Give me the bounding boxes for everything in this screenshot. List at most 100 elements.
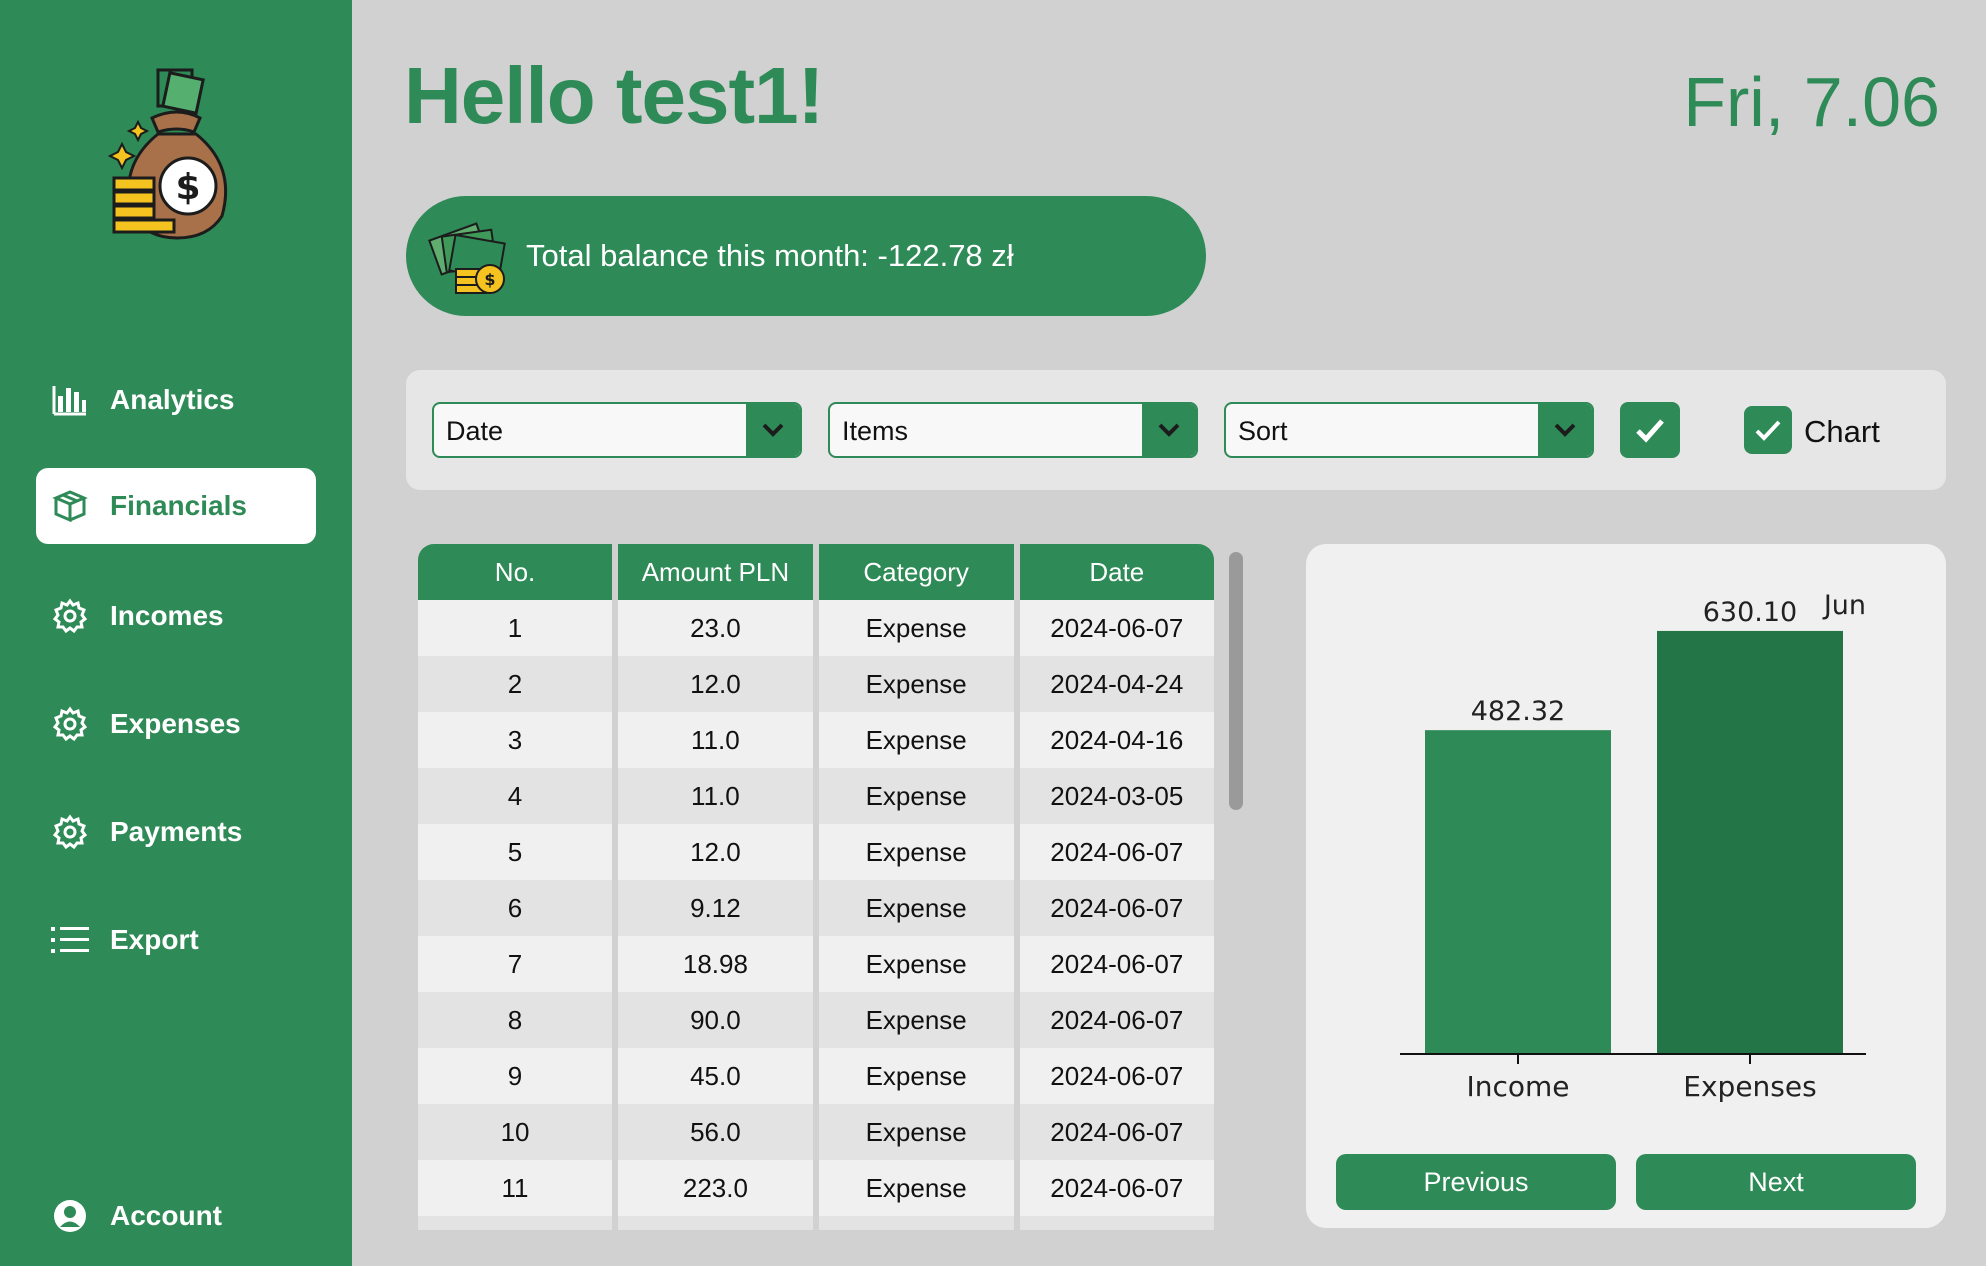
chart-title: Jun	[1822, 590, 1866, 621]
table-cell: 11.0	[618, 712, 813, 768]
bar-chart: Jun 482.32 Income 630.10 Expenses	[1400, 590, 1866, 1103]
chevron-down-icon[interactable]	[1538, 404, 1592, 456]
table-cell: 5	[418, 824, 613, 880]
sidebar-item-label: Export	[110, 924, 199, 955]
table-cell: 2024-06-07	[1019, 1104, 1214, 1160]
sidebar-item-label: Payments	[110, 816, 243, 847]
table-cell: Expense	[818, 1048, 1014, 1104]
chart-bar	[1425, 730, 1611, 1054]
table-cell	[818, 1216, 1014, 1230]
table-cell: 2	[418, 656, 613, 712]
table-cell: 223.0	[618, 1160, 813, 1216]
check-icon	[1636, 419, 1664, 443]
sidebar-item-account[interactable]: Account	[36, 1178, 316, 1254]
table-cell: 2024-06-07	[1019, 1160, 1214, 1216]
table-row[interactable]: 5 12.0 Expense 2024-06-07	[418, 824, 1214, 880]
chevron-down-icon[interactable]	[1142, 404, 1196, 456]
column-header[interactable]: Date	[1019, 544, 1214, 600]
table-row[interactable]: 3 11.0 Expense 2024-04-16	[418, 712, 1214, 768]
apply-filter-button[interactable]	[1620, 402, 1680, 458]
column-header[interactable]: Amount PLN	[618, 544, 813, 600]
table-row[interactable]: 6 9.12 Expense 2024-06-07	[418, 880, 1214, 936]
gear-icon	[50, 812, 90, 852]
date-select-value: Date	[446, 416, 504, 446]
table-cell: 2024-04-16	[1019, 712, 1214, 768]
gear-icon	[50, 704, 90, 744]
table-cell	[1019, 1216, 1214, 1230]
table-row[interactable]: 1 23.0 Expense 2024-06-07	[418, 600, 1214, 656]
table-cell: 18.98	[618, 936, 813, 992]
table-row[interactable]: 2 12.0 Expense 2024-04-24	[418, 656, 1214, 712]
table-cell: 8	[418, 992, 613, 1048]
items-select-value: Items	[842, 416, 909, 446]
balance-banner: $ Total balance this month: -122.78 zł	[406, 196, 1206, 316]
table-row[interactable]: 11 223.0 Expense 2024-06-07	[418, 1160, 1214, 1216]
table-cell: 7	[418, 936, 613, 992]
column-header[interactable]: Category	[818, 544, 1014, 600]
table-row[interactable]: 4 11.0 Expense 2024-03-05	[418, 768, 1214, 824]
table-row[interactable]: 9 45.0 Expense 2024-06-07	[418, 1048, 1214, 1104]
table-cell: 23.0	[618, 600, 813, 656]
next-button[interactable]: Next	[1636, 1154, 1916, 1210]
table-cell: 2024-04-24	[1019, 656, 1214, 712]
table-cell: Expense	[818, 1160, 1014, 1216]
transactions-table: No. Amount PLN Category Date 1 23.0 Expens…	[418, 544, 1220, 1230]
box-icon	[50, 486, 90, 526]
sidebar-item-payments[interactable]: Payments	[36, 794, 316, 870]
sidebar-item-export[interactable]: Export	[36, 902, 316, 978]
table-row[interactable]	[418, 1216, 1214, 1230]
table-cell: Expense	[818, 936, 1014, 992]
table-header-row: No. Amount PLN Category Date	[418, 544, 1214, 600]
sidebar-item-label: Account	[110, 1200, 222, 1231]
chevron-down-icon[interactable]	[746, 404, 800, 456]
bar-chart-icon	[50, 380, 90, 420]
table-cell: 2024-06-07	[1019, 936, 1214, 992]
sidebar-item-incomes[interactable]: Incomes	[36, 578, 316, 654]
svg-text:$: $	[175, 167, 200, 208]
sidebar-item-expenses[interactable]: Expenses	[36, 686, 316, 762]
filter-bar: Date Items Sort Chart	[406, 370, 1946, 490]
table-cell: 2024-06-07	[1019, 824, 1214, 880]
table-cell: 56.0	[618, 1104, 813, 1160]
items-select[interactable]: Items	[828, 402, 1198, 458]
previous-button[interactable]: Previous	[1336, 1154, 1616, 1210]
chart-checkbox-label: Chart	[1804, 414, 1880, 449]
sidebar-item-label: Financials	[110, 490, 247, 521]
table-cell: Expense	[818, 1104, 1014, 1160]
table-cell: 3	[418, 712, 613, 768]
sidebar-item-analytics[interactable]: Analytics	[36, 362, 316, 438]
table-cell: Expense	[818, 712, 1014, 768]
balance-text: Total balance this month: -122.78 zł	[526, 238, 1014, 273]
chart-checkbox[interactable]	[1744, 406, 1792, 454]
gear-icon	[50, 596, 90, 636]
table-cell: 2024-06-07	[1019, 1048, 1214, 1104]
table-cell: 9	[418, 1048, 613, 1104]
chart-bar	[1657, 630, 1843, 1054]
table-cell: 12.0	[618, 824, 813, 880]
date-select[interactable]: Date	[432, 402, 802, 458]
bar-value-label: 482.32	[1471, 696, 1565, 727]
table-cell: Expense	[818, 824, 1014, 880]
table-cell: 2024-06-07	[1019, 600, 1214, 656]
sidebar-item-label: Expenses	[110, 708, 241, 739]
table-cell: 9.12	[618, 880, 813, 936]
table-cell: Expense	[818, 768, 1014, 824]
table-row[interactable]: 8 90.0 Expense 2024-06-07	[418, 992, 1214, 1048]
list-icon	[50, 920, 90, 960]
table-cell: 1	[418, 600, 613, 656]
table-cell: 45.0	[618, 1048, 813, 1104]
table-cell: 4	[418, 768, 613, 824]
check-icon	[1755, 420, 1781, 441]
money-bag-icon: $	[108, 68, 228, 240]
table-cell: 10	[418, 1104, 613, 1160]
sort-select[interactable]: Sort	[1224, 402, 1594, 458]
table-cell: 12.0	[618, 656, 813, 712]
table-row[interactable]: 7 18.98 Expense 2024-06-07	[418, 936, 1214, 992]
user-icon	[50, 1196, 90, 1236]
column-header[interactable]: No.	[418, 544, 613, 600]
sidebar-item-financials[interactable]: Financials	[36, 468, 316, 544]
table-cell: Expense	[818, 880, 1014, 936]
page-title: Hello test1!	[404, 51, 824, 140]
table-row[interactable]: 10 56.0 Expense 2024-06-07	[418, 1104, 1214, 1160]
table-scrollbar[interactable]	[1229, 552, 1243, 810]
